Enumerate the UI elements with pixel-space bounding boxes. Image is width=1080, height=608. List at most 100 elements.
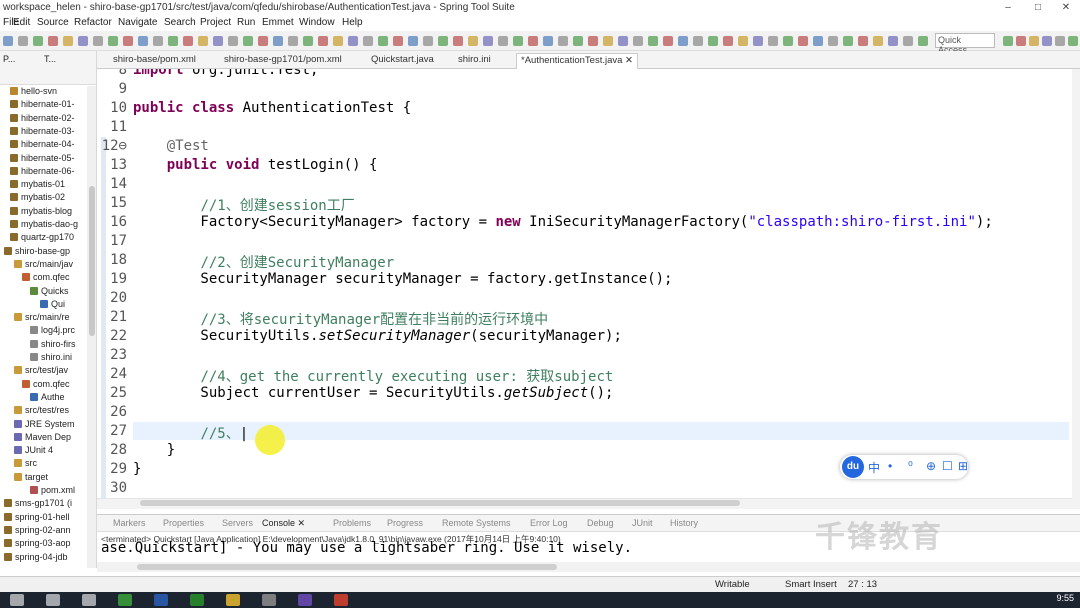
toolbar-tool-icon[interactable] <box>528 36 538 46</box>
editor-tab[interactable]: shiro-base/pom.xml <box>109 53 200 69</box>
menu-refactor[interactable]: Refactor <box>74 17 112 28</box>
baidu-ime-logo-icon[interactable]: du <box>842 456 864 478</box>
toolbar-tool-icon[interactable] <box>378 36 388 46</box>
tree-item[interactable]: shiro-base-gp <box>4 246 70 259</box>
toolbar-tool-icon[interactable] <box>753 36 763 46</box>
toolbar-tool-icon[interactable] <box>468 36 478 46</box>
toolbar-tool-icon[interactable] <box>513 36 523 46</box>
panel-tab[interactable]: JUnit <box>632 518 653 528</box>
toolbar-tool-icon[interactable] <box>138 36 148 46</box>
menu-project[interactable]: Project <box>200 17 231 28</box>
tree-item[interactable]: spring-03-aop <box>4 538 71 551</box>
toolbar-tool-icon[interactable] <box>663 36 673 46</box>
tree-item[interactable]: com.qfec <box>22 272 70 285</box>
editor-tab[interactable]: Quickstart.java <box>367 53 438 69</box>
toolbar-tool-icon[interactable] <box>333 36 343 46</box>
toolbar-tool-icon[interactable] <box>588 36 598 46</box>
tree-item[interactable]: hello-svn <box>10 86 57 99</box>
menu-edit[interactable]: Edit <box>13 17 30 28</box>
panel-tab[interactable]: Markers <box>113 518 146 528</box>
console-scroll-thumb[interactable] <box>137 564 557 570</box>
toolbar-tool-icon[interactable] <box>318 36 328 46</box>
toolbar-tool-icon[interactable] <box>453 36 463 46</box>
close-button[interactable]: ✕ <box>1052 0 1080 16</box>
ime-option-icon[interactable]: 中 <box>868 459 880 476</box>
toolbar-tool-icon[interactable] <box>183 36 193 46</box>
tree-item[interactable]: quartz-gp170 <box>10 232 74 245</box>
toolbar-tool-icon[interactable] <box>78 36 88 46</box>
tree-item[interactable]: shiro.ini <box>30 352 72 365</box>
tree-item[interactable]: hibernate-02- <box>10 113 75 126</box>
editor-tab[interactable]: shiro.ini <box>454 53 495 69</box>
toolbar-tool-icon[interactable] <box>123 36 133 46</box>
taskbar-app-icon[interactable] <box>118 594 132 606</box>
tree-item[interactable]: mybatis-02 <box>10 192 65 205</box>
perspective-icon[interactable] <box>1029 36 1039 46</box>
toolbar-tool-icon[interactable] <box>33 36 43 46</box>
taskbar-app-icon[interactable] <box>82 594 96 606</box>
taskbar-app-icon[interactable] <box>226 594 240 606</box>
tree-item[interactable]: mybatis-dao-g <box>10 219 78 232</box>
sidebar-scroll-thumb[interactable] <box>89 186 95 336</box>
ime-option-icon[interactable]: • <box>888 459 892 473</box>
toolbar-tool-icon[interactable] <box>603 36 613 46</box>
ime-option-icon[interactable]: ⊕ <box>926 459 936 473</box>
tree-item[interactable]: JUnit 4 <box>14 445 53 458</box>
panel-tab[interactable]: Debug <box>587 518 614 528</box>
taskbar-app-icon[interactable] <box>298 594 312 606</box>
menu-search[interactable]: Search <box>164 17 196 28</box>
toolbar-tool-icon[interactable] <box>168 36 178 46</box>
toolbar-tool-icon[interactable] <box>618 36 628 46</box>
perspective-icon[interactable] <box>1068 36 1078 46</box>
panel-tab[interactable]: Properties <box>163 518 204 528</box>
toolbar-tool-icon[interactable] <box>708 36 718 46</box>
taskbar-app-icon[interactable] <box>262 594 276 606</box>
toolbar-tool-icon[interactable] <box>198 36 208 46</box>
ime-option-icon[interactable]: ☐ <box>942 459 953 473</box>
menu-source[interactable]: Source <box>37 17 69 28</box>
editor-scroll-thumb[interactable] <box>140 500 740 506</box>
toolbar-tool-icon[interactable] <box>108 36 118 46</box>
panel-tab[interactable]: Problems <box>333 518 371 528</box>
toolbar-tool-icon[interactable] <box>678 36 688 46</box>
ime-option-icon[interactable]: ⁰ <box>908 459 913 473</box>
menu-navigate[interactable]: Navigate <box>118 17 157 28</box>
toolbar-tool-icon[interactable] <box>573 36 583 46</box>
toolbar-tool-icon[interactable] <box>858 36 868 46</box>
tree-item[interactable]: pom.xml <box>30 485 75 498</box>
tree-item[interactable]: hibernate-06- <box>10 166 75 179</box>
tree-item[interactable]: Quicks <box>30 286 69 299</box>
toolbar-tool-icon[interactable] <box>423 36 433 46</box>
perspective-icon[interactable] <box>1055 36 1065 46</box>
menu-window[interactable]: Window <box>299 17 335 28</box>
taskbar-app-icon[interactable] <box>334 594 348 606</box>
taskbar-app-icon[interactable] <box>154 594 168 606</box>
type-hierarchy-tab[interactable]: T... <box>44 54 56 64</box>
editor-tab[interactable]: *AuthenticationTest.java ✕ <box>516 53 638 69</box>
editor-tab[interactable]: shiro-base-gp1701/pom.xml <box>220 53 346 69</box>
toolbar-tool-icon[interactable] <box>828 36 838 46</box>
tree-item[interactable]: JRE System <box>14 419 75 432</box>
toolbar-tool-icon[interactable] <box>558 36 568 46</box>
tree-item[interactable]: src/test/res <box>14 405 69 418</box>
tree-item[interactable]: hibernate-01- <box>10 99 75 112</box>
toolbar-tool-icon[interactable] <box>498 36 508 46</box>
toolbar-tool-icon[interactable] <box>228 36 238 46</box>
toolbar-tool-icon[interactable] <box>408 36 418 46</box>
toolbar-tool-icon[interactable] <box>783 36 793 46</box>
toolbar-tool-icon[interactable] <box>288 36 298 46</box>
toolbar-tool-icon[interactable] <box>543 36 553 46</box>
toolbar-tool-icon[interactable] <box>393 36 403 46</box>
tree-item[interactable]: Authe <box>30 392 65 405</box>
toolbar-tool-icon[interactable] <box>258 36 268 46</box>
tree-item[interactable]: sms-gp1701 (i <box>4 498 72 511</box>
tree-item[interactable]: log4j.prc <box>30 325 75 338</box>
toolbar-tool-icon[interactable] <box>18 36 28 46</box>
code-editor[interactable]: 8 import org.junit.Test; 9 10 public class A… <box>97 69 1072 509</box>
panel-tab[interactable]: History <box>670 518 698 528</box>
toolbar-tool-icon[interactable] <box>633 36 643 46</box>
tree-item[interactable]: Qui <box>40 299 65 312</box>
tree-item[interactable]: shiro-firs <box>30 339 76 352</box>
toolbar-tool-icon[interactable] <box>213 36 223 46</box>
taskbar-app-icon[interactable] <box>46 594 60 606</box>
